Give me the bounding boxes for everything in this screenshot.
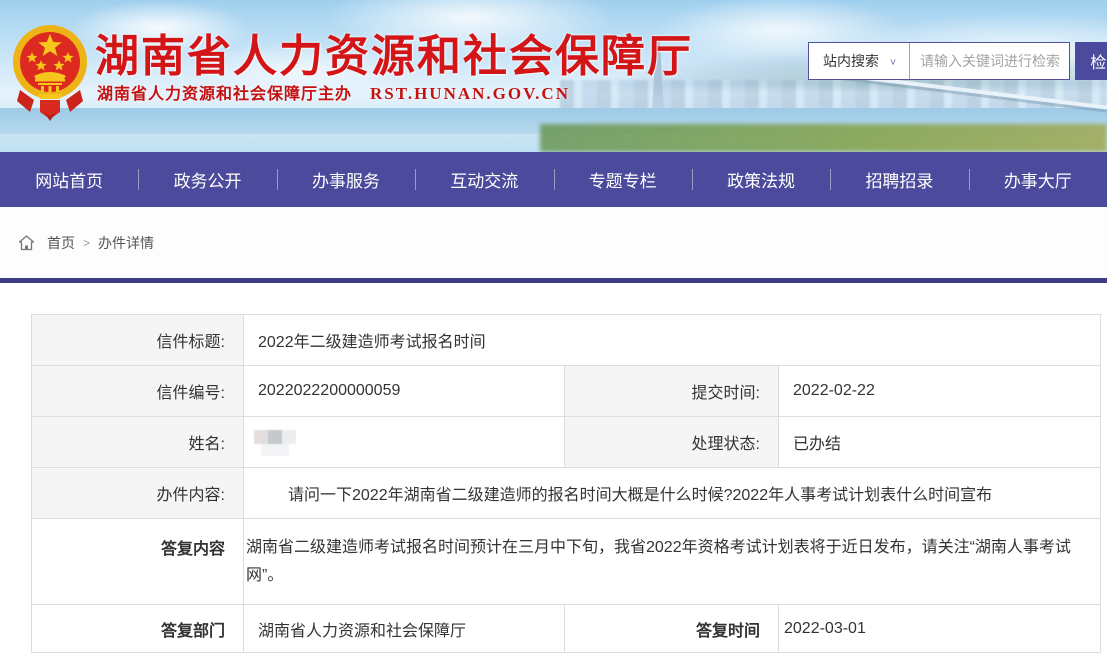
reply-dept-label: 答复部门: [32, 605, 244, 653]
search-scope-label: 站内搜索: [823, 51, 879, 71]
nav-item-interaction[interactable]: 互动交流: [415, 152, 553, 207]
page-content: 信件标题: 2022年二级建造师考试报名时间 信件编号: 20220222000…: [0, 283, 1107, 653]
name-value-cell: [244, 417, 565, 468]
breadcrumb-separator: >: [83, 236, 90, 250]
status-value: 已办结: [779, 417, 1101, 468]
search-input[interactable]: [910, 53, 1069, 69]
redacted-name-mosaic: [254, 428, 298, 456]
main-nav: 网站首页 政务公开 办事服务 互动交流 专题专栏 政策法规 招聘招录 办事大厅: [0, 152, 1107, 207]
nav-item-home[interactable]: 网站首页: [0, 152, 138, 207]
search-divider: [909, 42, 910, 80]
breadcrumb: 首页 > 办件详情: [0, 207, 1107, 278]
search-box: 站内搜索 ∨: [808, 42, 1070, 80]
nav-item-services[interactable]: 办事服务: [277, 152, 415, 207]
breadcrumb-home-link[interactable]: 首页: [47, 233, 75, 253]
nav-item-gov-info[interactable]: 政务公开: [138, 152, 276, 207]
submit-time-label: 提交时间:: [565, 366, 779, 417]
reply-content-value: 湖南省二级建造师考试报名时间预计在三月中下旬，我省2022年资格考试计划表将于近…: [244, 519, 1101, 605]
site-search: 站内搜索 ∨ 检 索: [808, 42, 1107, 80]
site-title: 湖南省人力资源和社会保障厅: [95, 20, 693, 84]
content-value: 请问一下2022年湖南省二级建造师的报名时间大概是什么时候?2022年人事考试计…: [244, 468, 1101, 519]
site-domain: RST.HUNAN.GOV.CN: [370, 84, 570, 104]
national-emblem-icon: [8, 6, 92, 152]
nav-item-service-hall[interactable]: 办事大厅: [969, 152, 1107, 207]
breadcrumb-current: 办件详情: [98, 233, 154, 253]
search-button[interactable]: 检 索: [1075, 42, 1107, 80]
name-label: 姓名:: [32, 417, 244, 468]
chevron-down-icon: ∨: [889, 56, 897, 66]
reply-content-label: 答复内容: [32, 519, 244, 605]
letter-detail-table: 信件标题: 2022年二级建造师考试报名时间 信件编号: 20220222000…: [31, 314, 1102, 653]
search-scope-select[interactable]: 站内搜索 ∨: [809, 51, 909, 71]
site-subtitle: 湖南省人力资源和社会保障厅主办: [97, 80, 352, 104]
letter-title-value: 2022年二级建造师考试报名时间: [244, 315, 1101, 366]
home-icon[interactable]: [18, 235, 35, 251]
submit-time-value: 2022-02-22: [779, 366, 1101, 417]
header-background-riverbank: [540, 124, 1107, 152]
reply-dept-value: 湖南省人力资源和社会保障厅: [244, 605, 565, 653]
content-label: 办件内容:: [32, 468, 244, 519]
reply-time-value: 2022-03-01: [779, 605, 1101, 653]
nav-item-special-topics[interactable]: 专题专栏: [554, 152, 692, 207]
letter-number-value: 2022022200000059: [244, 366, 565, 417]
letter-number-label: 信件编号:: [32, 366, 244, 417]
nav-item-recruitment[interactable]: 招聘招录: [830, 152, 968, 207]
reply-time-label: 答复时间: [565, 605, 779, 653]
site-header: 湖南省人力资源和社会保障厅 湖南省人力资源和社会保障厅主办 RST.HUNAN.…: [0, 0, 1107, 152]
nav-item-policies[interactable]: 政策法规: [692, 152, 830, 207]
letter-title-label: 信件标题:: [32, 315, 244, 366]
status-label: 处理状态:: [565, 417, 779, 468]
